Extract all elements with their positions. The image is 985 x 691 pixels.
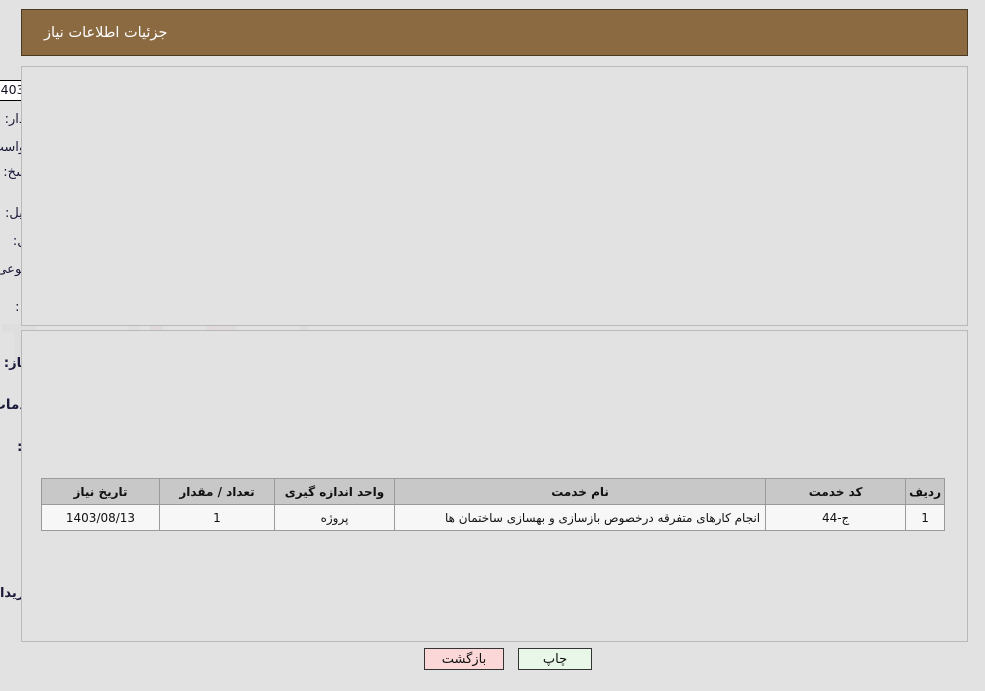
th-row: ردیف	[905, 478, 945, 505]
cell-date: 1403/08/13	[41, 504, 160, 531]
page-root: AriaTender.net جزئیات اطلاعات نیاز شماره…	[0, 0, 985, 691]
cell-name: انجام کارهای متفرقه درخصوص بازسازی و بهس…	[393, 504, 767, 531]
cell-code: ج-44	[765, 504, 907, 531]
cell-row: 1	[905, 504, 945, 531]
table-header-row: ردیف کد خدمت نام خدمت واحد اندازه گیری ت…	[41, 478, 945, 505]
table-row: 1 ج-44 انجام کارهای متفرقه درخصوص بازساز…	[41, 504, 945, 531]
th-unit: واحد اندازه گیری	[274, 478, 395, 505]
cell-qty: 1	[159, 504, 275, 531]
back-button[interactable]: بازگشت	[424, 648, 504, 670]
th-name: نام خدمت	[393, 478, 767, 505]
need-info-panel	[21, 66, 968, 326]
th-qty: تعداد / مقدار	[159, 478, 275, 505]
print-button[interactable]: چاپ	[518, 648, 592, 670]
services-table: ردیف کد خدمت نام خدمت واحد اندازه گیری ت…	[41, 478, 945, 531]
th-code: کد خدمت	[765, 478, 907, 505]
page-header: جزئیات اطلاعات نیاز	[21, 9, 968, 56]
page-title: جزئیات اطلاعات نیاز	[44, 24, 168, 41]
th-date: تاریخ نیاز	[41, 478, 160, 505]
cell-unit: پروژه	[274, 504, 395, 531]
